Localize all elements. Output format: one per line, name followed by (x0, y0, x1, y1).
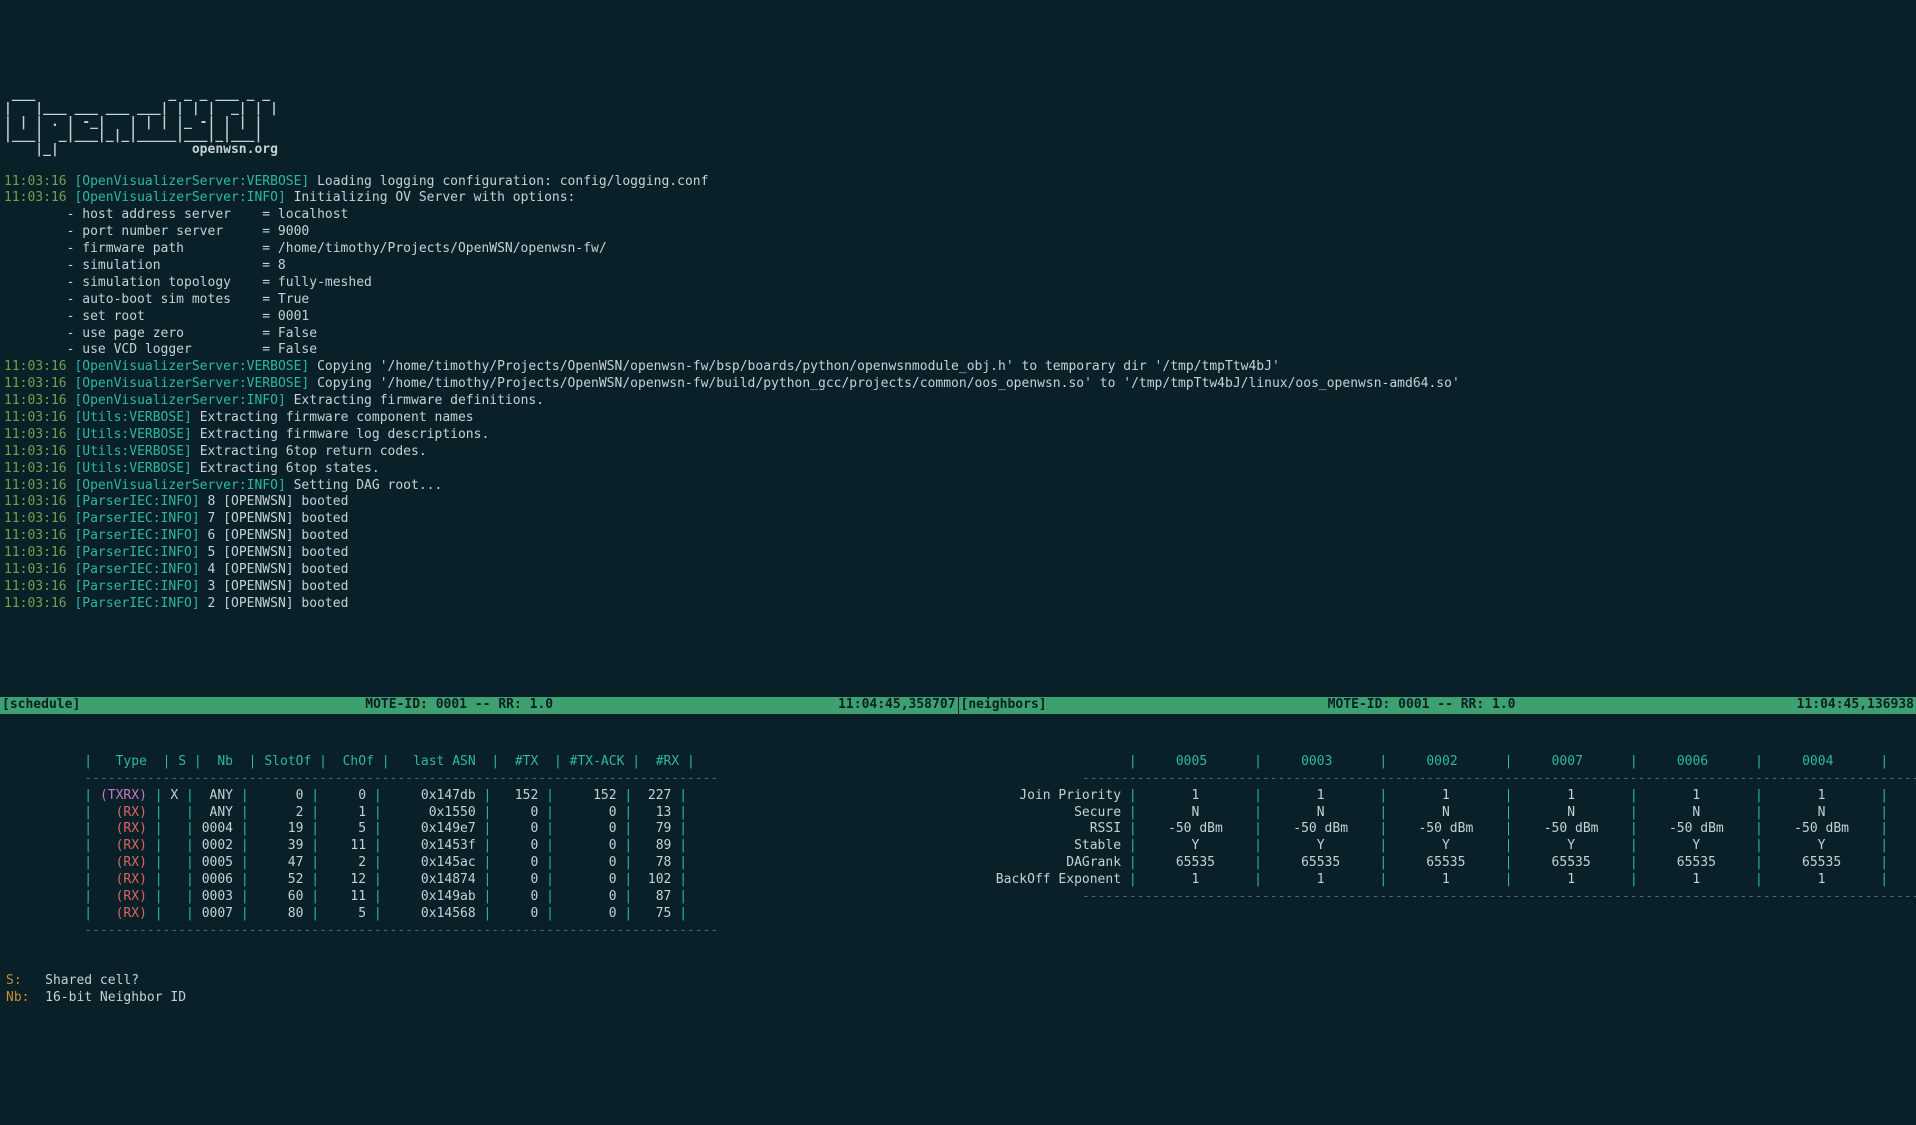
neighbors-row: Join Priority | 1 | 1 | 1 | 1 | 1 | 1 | … (965, 788, 1916, 805)
schedule-row: | (RX) | | ANY | 2 | 1 | 0x1550 | 0 | 0 … (6, 805, 958, 822)
schedule-row: | (RX) | | 0003 | 60 | 11 | 0x149ab | 0 … (6, 889, 958, 906)
neighbors-pane: [neighbors] MOTE-ID: 0001 -- RR: 1.0 11:… (959, 663, 1916, 1041)
schedule-title: [schedule] (2, 697, 80, 714)
neighbors-row: DAGrank | 65535 | 65535 | 65535 | 65535 … (965, 855, 1916, 872)
panes-container: [schedule] MOTE-ID: 0001 -- RR: 1.0 11:0… (0, 663, 1916, 1041)
neighbors-header: [neighbors] MOTE-ID: 0001 -- RR: 1.0 11:… (959, 697, 1916, 714)
schedule-pane: [schedule] MOTE-ID: 0001 -- RR: 1.0 11:0… (0, 663, 959, 1041)
schedule-timestamp: 11:04:45,358707 (838, 697, 955, 714)
neighbors-mote-id: MOTE-ID: 0001 -- RR: 1.0 (1047, 697, 1797, 714)
schedule-body: | Type | S | Nb | SlotOf | ChOf | last A… (0, 748, 958, 1007)
neighbors-body: | 0005 | 0003 | 0002 | 0007 | 0006 | 000… (959, 748, 1916, 906)
ascii-logo: ___ _ _ _ ___ _ _ | |___ ___ ___ ___| | … (4, 88, 1912, 156)
neighbors-row: Stable | Y | Y | Y | Y | Y | Y | Y | (965, 838, 1916, 855)
schedule-row: | (RX) | | 0004 | 19 | 5 | 0x149e7 | 0 |… (6, 821, 958, 838)
schedule-mote-id: MOTE-ID: 0001 -- RR: 1.0 (80, 697, 838, 714)
schedule-header: [schedule] MOTE-ID: 0001 -- RR: 1.0 11:0… (0, 697, 958, 714)
schedule-row: | (TXRX) | X | ANY | 0 | 0 | 0x147db | 1… (6, 788, 958, 805)
neighbors-title: [neighbors] (961, 697, 1047, 714)
log-output: ___ _ _ _ ___ _ _ | |___ ___ ___ ___| | … (0, 68, 1916, 630)
schedule-row: | (RX) | | 0002 | 39 | 11 | 0x1453f | 0 … (6, 838, 958, 855)
schedule-row: | (RX) | | 0005 | 47 | 2 | 0x145ac | 0 |… (6, 855, 958, 872)
neighbors-row: Secure | N | N | N | N | N | N | N | (965, 805, 1916, 822)
neighbors-row: RSSI | -50 dBm | -50 dBm | -50 dBm | -50… (965, 821, 1916, 838)
neighbors-row: BackOff Exponent | 1 | 1 | 1 | 1 | 1 | 1… (965, 872, 1916, 889)
schedule-row: | (RX) | | 0007 | 80 | 5 | 0x14568 | 0 |… (6, 906, 958, 923)
neighbors-timestamp: 11:04:45,136938 (1797, 697, 1914, 714)
schedule-row: | (RX) | | 0006 | 52 | 12 | 0x14874 | 0 … (6, 872, 958, 889)
log-lines: 11:03:16 [OpenVisualizerServer:VERBOSE] … (4, 174, 1912, 613)
